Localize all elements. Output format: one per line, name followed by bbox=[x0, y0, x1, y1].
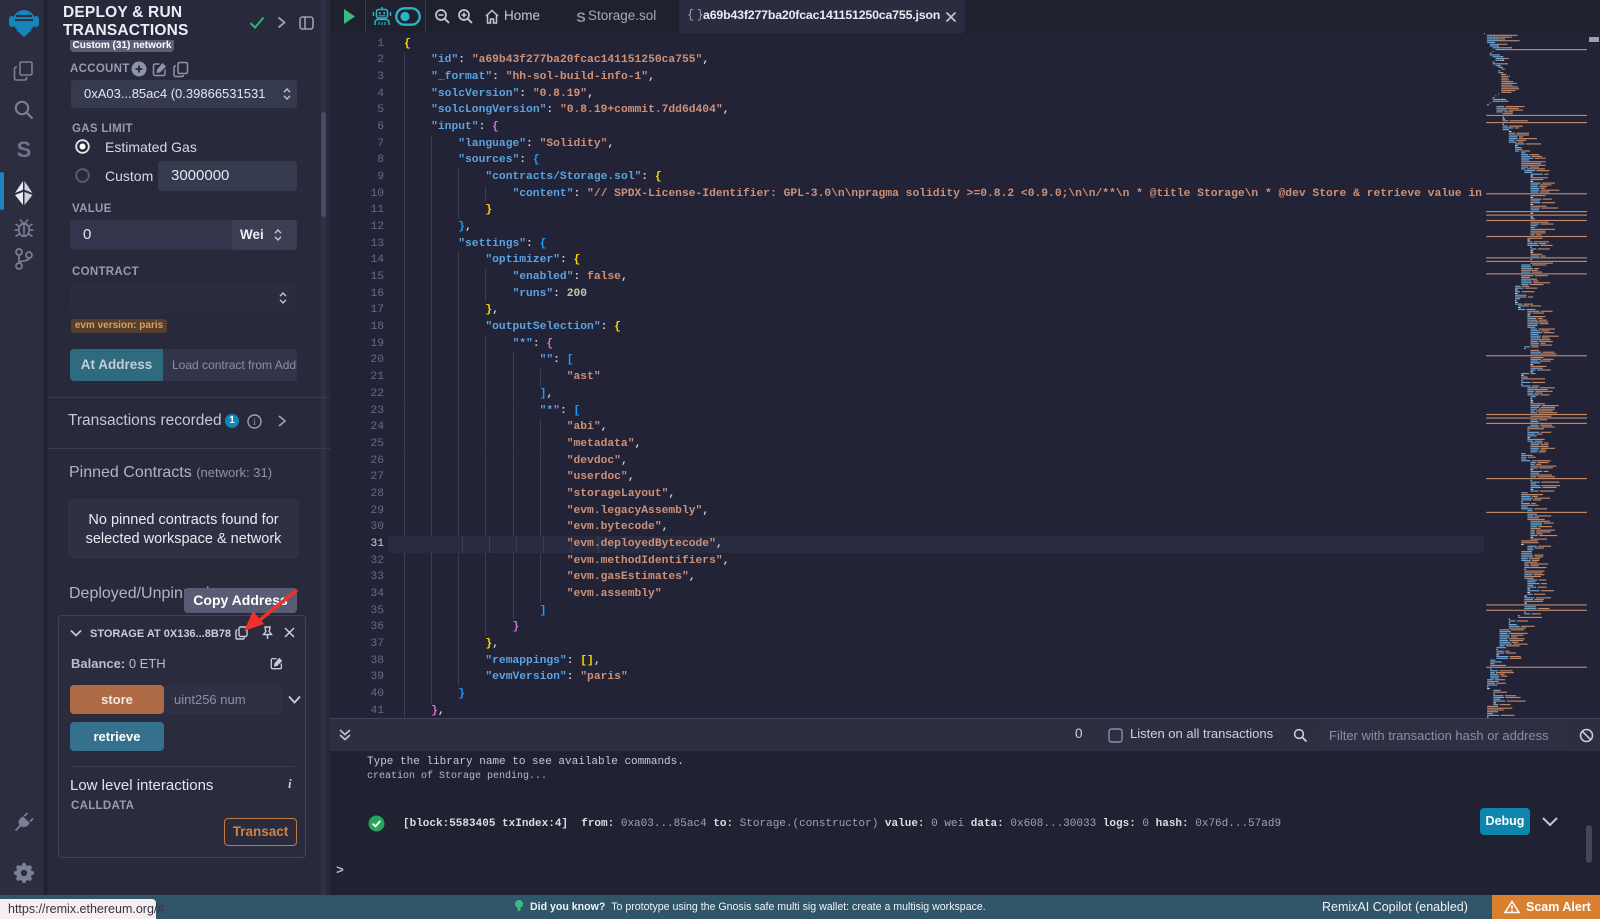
svg-text:S: S bbox=[17, 137, 32, 162]
svg-text:S: S bbox=[576, 9, 585, 25]
svg-text:i: i bbox=[253, 417, 256, 427]
